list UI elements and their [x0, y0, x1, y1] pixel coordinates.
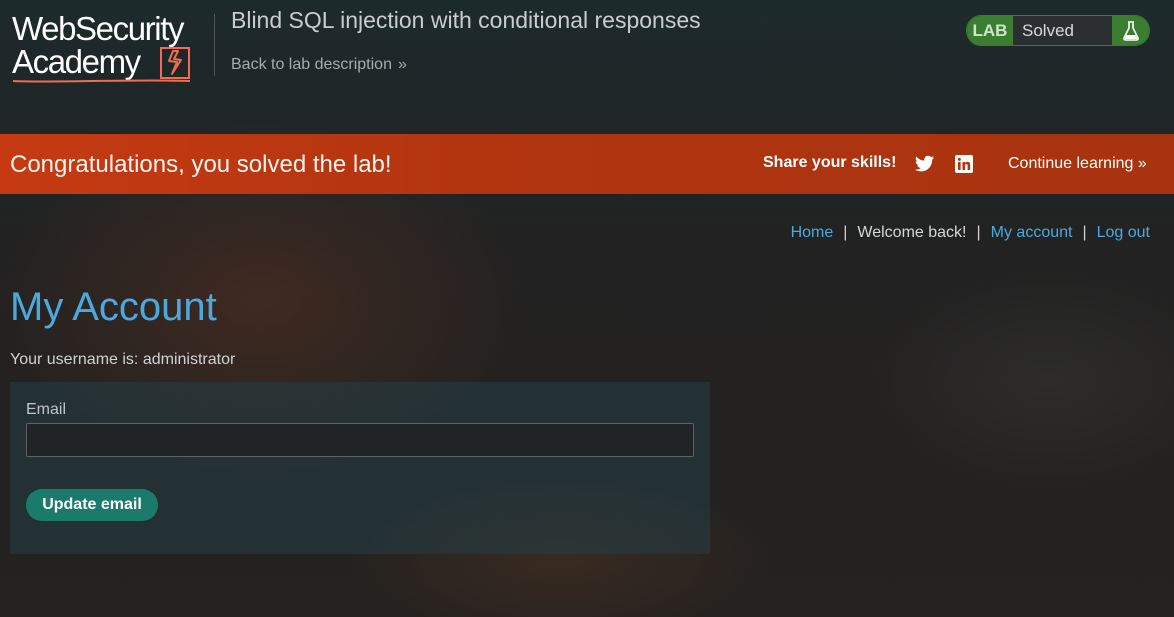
logo-text-line2: Academy	[12, 43, 212, 80]
continue-learning-link[interactable]: Continue learning »	[1008, 155, 1147, 173]
nav-home-link[interactable]: Home	[791, 224, 834, 241]
congratulations-message: Congratulations, you solved the lab!	[10, 151, 392, 178]
linkedin-icon[interactable]	[955, 155, 973, 173]
welcome-back-text: Welcome back!	[857, 224, 967, 241]
username-text: Your username is: administrator	[10, 351, 236, 368]
nav-separator: |	[976, 224, 981, 241]
nav-log-out-link[interactable]: Log out	[1097, 224, 1150, 241]
email-label: Email	[26, 401, 67, 418]
solved-banner: Congratulations, you solved the lab! Sha…	[0, 134, 1174, 194]
update-email-button[interactable]: Update email	[26, 489, 158, 521]
flask-icon	[1112, 16, 1149, 45]
twitter-icon[interactable]	[915, 155, 935, 173]
lab-title: Blind SQL injection with conditional res…	[231, 7, 701, 33]
share-skills-label: Share your skills!	[763, 154, 897, 171]
header-divider	[214, 14, 215, 76]
back-link-label: Back to lab description	[231, 56, 392, 73]
nav-my-account-link[interactable]: My account	[991, 224, 1073, 241]
change-email-form: Email Update email	[10, 382, 710, 554]
logo-underline	[12, 79, 191, 83]
nav-separator: |	[843, 224, 848, 241]
logo-bolt-icon	[160, 47, 190, 79]
lab-status-text: Solved	[1013, 16, 1112, 45]
logo-text-academy: Academy	[12, 43, 141, 80]
lab-tag: LAB	[967, 16, 1013, 45]
lab-status-badge: LAB Solved	[966, 15, 1150, 46]
back-to-lab-description-link[interactable]: Back to lab description »	[231, 56, 407, 74]
account-nav: Home | Welcome back! | My account | Log out	[791, 224, 1150, 242]
logo-text-line1: WebSecurity	[12, 10, 184, 47]
page-title: My Account	[10, 285, 217, 329]
email-input[interactable]	[26, 423, 694, 457]
double-chevron-right-icon: »	[397, 56, 407, 73]
web-security-academy-logo[interactable]: WebSecurity Academy	[12, 12, 212, 84]
continue-learning-label: Continue learning	[1008, 155, 1134, 172]
double-chevron-right-icon: »	[1137, 155, 1147, 172]
nav-separator: |	[1082, 224, 1087, 241]
